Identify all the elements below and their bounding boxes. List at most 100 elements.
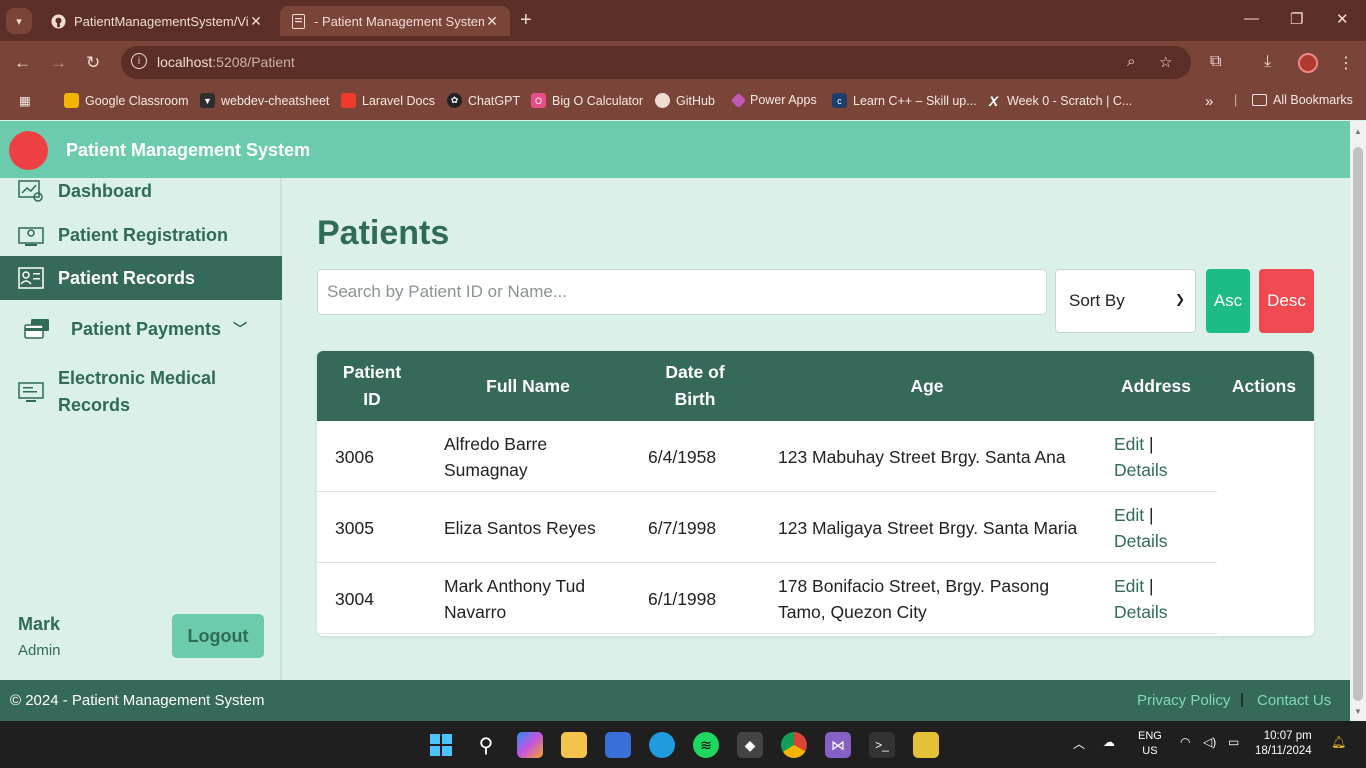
bookmark-google-classroom[interactable]: Google Classroom [64,93,189,108]
app-icon[interactable] [913,732,939,758]
bookmark-scratch[interactable]: X Week 0 - Scratch | C... [986,93,1132,109]
details-link[interactable]: Details [1114,602,1168,622]
new-tab-icon[interactable]: + [520,9,532,32]
spotify-icon[interactable]: ≋ [693,732,719,758]
menu-icon[interactable]: ⋮ [1338,53,1354,73]
bookmark-power-apps[interactable]: Power Apps [730,92,817,108]
site-info-icon[interactable]: i [131,53,147,69]
privacy-policy-link[interactable]: Privacy Policy [1137,692,1230,709]
cell-patient-id: 3006 [335,446,374,467]
notification-bell-icon[interactable]: 🔔︎ [1331,735,1346,749]
terminal-icon[interactable]: >_ [869,732,895,758]
window-close-icon[interactable]: ✕ [1336,10,1349,28]
records-icon [17,266,45,290]
download-icon[interactable]: ⤓ [1264,53,1271,71]
bookmark-learn-cpp[interactable]: c Learn C++ – Skill up... [832,93,977,108]
scrollbar-thumb[interactable] [1353,147,1363,701]
details-link[interactable]: Details [1114,460,1168,480]
bookmark-laravel-docs[interactable]: Laravel Docs [341,93,435,108]
footer-separator: | [1240,691,1244,708]
page-scrollbar[interactable]: ▲ ▼ [1350,121,1366,721]
restore-icon[interactable]: ❐ [1290,10,1303,28]
search-icon[interactable]: ⚲ [473,732,499,758]
column-header-patient-id: Patient ID [342,362,402,409]
chrome-icon[interactable] [781,732,807,758]
reload-icon[interactable]: ↻ [86,53,100,73]
sort-desc-button[interactable]: Desc [1259,269,1314,333]
sidebar-item-label: Patient Registration [58,224,229,245]
webdev-icon: ▼ [200,93,215,108]
chevron-down-icon[interactable]: ﹀ [233,319,247,339]
visual-studio-icon[interactable]: ⋈ [825,732,851,758]
column-header-dob: Date of Birth [665,362,725,409]
chevron-up-icon[interactable]: ︿ [1073,735,1085,752]
language-indicator[interactable]: ENG US [1138,729,1162,759]
contact-us-link[interactable]: Contact Us [1257,692,1331,709]
cell-patient-id: 3005 [335,517,374,538]
sort-asc-button[interactable]: Asc [1206,269,1250,333]
more-bookmarks-icon[interactable]: » [1205,93,1213,110]
sidebar-item-label: Patient Payments [71,318,222,339]
browser-tab-github[interactable]: PatientManagementSystem/Vie ✕ [40,6,274,36]
logout-button[interactable]: Logout [172,614,264,658]
scroll-down-icon[interactable]: ▼ [1354,707,1362,716]
sort-select[interactable]: Sort By ❯ [1055,269,1196,333]
browser-tab-active[interactable]: - Patient Management System ✕ [280,6,510,36]
minimize-icon[interactable]: — [1244,10,1259,27]
address-bar[interactable]: i localhost:5208/Patient ⌕ ☆ [121,46,1191,79]
tab-label: PatientManagementSystem/Vie [74,13,248,29]
git-icon[interactable]: ◆ [737,732,763,758]
details-link[interactable]: Details [1114,531,1168,551]
sidebar-item-emr[interactable]: Electronic Medical Records [0,364,282,420]
bookmark-chatgpt[interactable]: ✿ ChatGPT [447,93,520,108]
windows-start-icon[interactable] [428,732,454,758]
bookmark-big-o[interactable]: O Big O Calculator [531,93,643,108]
sidebar-item-patient-payments[interactable]: Patient Payments ﹀ [0,314,282,344]
sidebar-item-dashboard[interactable]: Dashboard [0,178,282,204]
extensions-icon[interactable]: ⧉ [1210,53,1221,71]
app-icon[interactable] [605,732,631,758]
chevron-down-icon: ❯ [1174,292,1185,306]
all-bookmarks[interactable]: All Bookmarks [1252,93,1353,107]
tab-search-button[interactable]: ▾ [6,8,32,34]
dashboard-icon [17,179,45,203]
bookmark-github[interactable]: GitHub [655,93,715,108]
sidebar-item-patient-registration[interactable]: Patient Registration [0,220,282,250]
cpp-icon: c [832,93,847,108]
edit-link[interactable]: Edit [1114,434,1144,454]
edit-link[interactable]: Edit [1114,576,1144,596]
file-explorer-icon[interactable] [561,732,587,758]
cell-dob: 6/4/1958 [648,446,717,467]
system-clock[interactable]: 10:07 pm 18/11/2024 [1255,729,1312,759]
url-text: localhost:5208/Patient [157,54,295,70]
cell-full-name: Alfredo Barre Sumagnay [444,433,548,480]
bookmarks-bar: ▦ Google Classroom ▼ webdev-cheatsheet La… [0,84,1366,120]
battery-icon[interactable]: ▭ [1228,735,1239,749]
power-apps-icon [730,92,747,108]
browser-toolbar: ← → ↻ i localhost:5208/Patient ⌕ ☆ ⧉ ⤓ ⋮ [0,41,1366,84]
copilot-icon[interactable] [517,732,543,758]
search-input[interactable] [317,269,1047,315]
volume-icon[interactable]: ◁) [1203,735,1216,749]
bookmark-webdev-cheatsheet[interactable]: ▼ webdev-cheatsheet [200,93,329,108]
wifi-icon[interactable]: ◠ [1180,735,1190,749]
sidebar-item-label: Dashboard [58,180,153,201]
onedrive-icon[interactable]: ☁ [1103,735,1115,749]
scroll-up-icon[interactable]: ▲ [1354,127,1362,136]
close-icon[interactable]: ✕ [484,13,500,30]
close-icon[interactable]: ✕ [248,13,264,30]
edit-link[interactable]: Edit [1114,505,1144,525]
apps-icon[interactable]: ▦ [19,93,31,108]
profile-avatar[interactable] [1298,53,1318,73]
sidebar-item-patient-records[interactable]: Patient Records [0,256,282,300]
bookmark-star-icon[interactable]: ☆ [1159,53,1172,71]
app-header: Patient Management System [0,121,1350,178]
page-icon [290,13,306,29]
back-icon[interactable]: ← [14,53,31,73]
forward-icon[interactable]: → [50,53,67,73]
cell-address: 178 Bonifacio Street, Brgy. Pasong Tamo, … [778,575,1050,622]
zoom-icon[interactable]: ⌕ [1127,53,1135,70]
copyright-text: © 2024 - Patient Management System [10,692,265,709]
user-name: Mark [18,614,61,634]
edge-icon[interactable] [649,732,675,758]
